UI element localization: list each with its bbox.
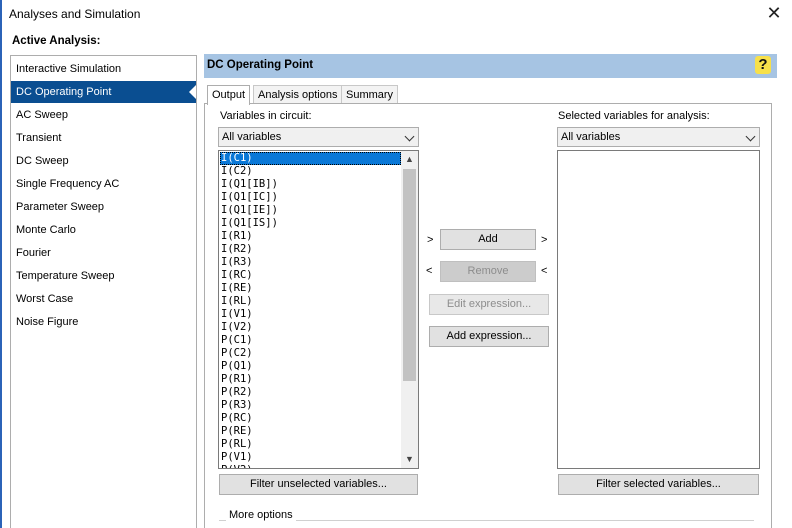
variable-item[interactable]: P(RL) xyxy=(220,438,401,451)
analysis-item-monte-carlo[interactable]: Monte Carlo xyxy=(11,219,196,241)
left-filter-value: All variables xyxy=(222,131,282,143)
analysis-item-temperature-sweep[interactable]: Temperature Sweep xyxy=(11,265,196,287)
analysis-item-fourier[interactable]: Fourier xyxy=(11,242,196,264)
variable-item[interactable]: P(Q1) xyxy=(220,360,401,373)
filter-unselected-button[interactable]: Filter unselected variables... xyxy=(219,474,418,495)
analysis-item-single-frequency-ac[interactable]: Single Frequency AC xyxy=(11,173,196,195)
variable-item[interactable]: P(C1) xyxy=(220,334,401,347)
remove-right-arrow-icon: < xyxy=(541,265,548,277)
panel-title: DC Operating Point xyxy=(207,59,314,71)
variable-item[interactable]: I(RE) xyxy=(220,282,401,295)
variable-item[interactable]: I(RC) xyxy=(220,269,401,282)
analysis-item-parameter-sweep[interactable]: Parameter Sweep xyxy=(11,196,196,218)
left-filter-dropdown[interactable]: All variables xyxy=(218,127,419,147)
remove-left-arrow-icon: < xyxy=(426,265,433,277)
more-options-label[interactable]: More options xyxy=(226,509,296,521)
analysis-item-dc-operating-point[interactable]: DC Operating Point xyxy=(11,81,196,103)
scroll-down-icon[interactable]: ▼ xyxy=(401,451,418,468)
chevron-down-icon xyxy=(404,131,415,142)
variable-item[interactable]: I(Q1[IS]) xyxy=(220,217,401,230)
tab-analysis-options[interactable]: Analysis options xyxy=(253,85,343,104)
add-button[interactable]: Add xyxy=(440,229,536,250)
chevron-down-icon xyxy=(745,131,756,142)
variable-item[interactable]: I(C2) xyxy=(220,165,401,178)
variable-item[interactable]: I(V2) xyxy=(220,321,401,334)
add-left-arrow-icon: > xyxy=(427,234,434,246)
variable-item[interactable]: I(R1) xyxy=(220,230,401,243)
variable-item[interactable]: P(RC) xyxy=(220,412,401,425)
remove-button[interactable]: Remove xyxy=(440,261,536,282)
selected-variables-label: Selected variables for analysis: xyxy=(558,110,710,122)
variables-in-circuit-label: Variables in circuit: xyxy=(220,110,312,122)
edit-expression-button[interactable]: Edit expression... xyxy=(429,294,549,315)
variable-item[interactable]: P(RE) xyxy=(220,425,401,438)
variable-item[interactable]: P(R2) xyxy=(220,386,401,399)
analysis-item-interactive-simulation[interactable]: Interactive Simulation xyxy=(11,58,196,80)
analysis-item-ac-sweep[interactable]: AC Sweep xyxy=(11,104,196,126)
variable-item[interactable]: P(R1) xyxy=(220,373,401,386)
variable-item[interactable]: I(Q1[IC]) xyxy=(220,191,401,204)
variable-item[interactable]: P(V2) xyxy=(220,464,401,468)
selected-variables-list[interactable] xyxy=(557,150,760,469)
variable-item[interactable]: I(Q1[IE]) xyxy=(220,204,401,217)
variables-in-circuit-list[interactable]: I(C1) I(C2) I(Q1[IB]) I(Q1[IC]) I(Q1[IE]) I(Q… xyxy=(218,150,419,469)
variable-item[interactable]: P(R3) xyxy=(220,399,401,412)
tab-summary[interactable]: Summary xyxy=(341,85,399,104)
active-analysis-label: Active Analysis: xyxy=(12,35,101,47)
close-icon[interactable]: ✕ xyxy=(764,4,784,24)
variable-item[interactable]: P(V1) xyxy=(220,451,401,464)
variable-item[interactable]: I(V1) xyxy=(220,308,401,321)
scroll-up-icon[interactable]: ▲ xyxy=(401,151,418,168)
right-filter-dropdown[interactable]: All variables xyxy=(557,127,760,147)
right-filter-value: All variables xyxy=(561,131,621,143)
more-options-divider xyxy=(219,520,754,521)
analysis-item-worst-case[interactable]: Worst Case xyxy=(11,288,196,310)
variable-item[interactable]: I(R2) xyxy=(220,243,401,256)
add-right-arrow-icon: > xyxy=(541,234,548,246)
variable-item[interactable]: I(C1) xyxy=(220,152,401,165)
tab-output[interactable]: Output xyxy=(207,85,251,105)
scroll-thumb[interactable] xyxy=(403,169,416,381)
selection-caret-icon xyxy=(189,85,196,99)
help-question-icon[interactable]: ? xyxy=(755,56,771,74)
variable-item[interactable]: I(RL) xyxy=(220,295,401,308)
variable-item[interactable]: I(Q1[IB]) xyxy=(220,178,401,191)
variable-items: I(C1) I(C2) I(Q1[IB]) I(Q1[IC]) I(Q1[IE]) I(Q… xyxy=(220,152,401,468)
add-expression-button[interactable]: Add expression... xyxy=(429,326,549,347)
analysis-list[interactable]: Interactive Simulation DC Operating Point… xyxy=(10,55,197,528)
window-title: Analyses and Simulation xyxy=(9,7,141,21)
variable-item[interactable]: I(R3) xyxy=(220,256,401,269)
analysis-item-noise-figure[interactable]: Noise Figure xyxy=(11,311,196,333)
analysis-item-dc-sweep[interactable]: DC Sweep xyxy=(11,150,196,172)
analysis-item-transient[interactable]: Transient xyxy=(11,127,196,149)
list-scrollbar[interactable]: ▲ ▼ xyxy=(401,151,418,468)
variable-item[interactable]: P(C2) xyxy=(220,347,401,360)
window-left-border xyxy=(0,0,2,528)
filter-selected-button[interactable]: Filter selected variables... xyxy=(558,474,759,495)
